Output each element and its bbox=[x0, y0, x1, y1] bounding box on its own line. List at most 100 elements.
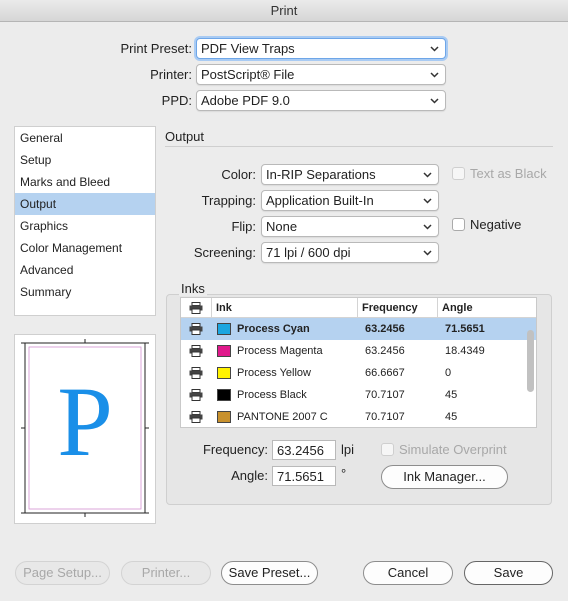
page-preview-graphic: P bbox=[21, 339, 149, 517]
flip-value: None bbox=[266, 219, 298, 234]
sidebar-item-label: Setup bbox=[20, 153, 52, 167]
print-column-header bbox=[189, 302, 203, 314]
angle-field[interactable] bbox=[272, 466, 336, 486]
color-value: In-RIP Separations bbox=[266, 167, 376, 182]
flip-popup[interactable]: None bbox=[261, 216, 439, 237]
sidebar-item-color-management[interactable]: Color Management bbox=[15, 237, 155, 259]
sidebar-item-setup[interactable]: Setup bbox=[15, 149, 155, 171]
window-titlebar: Print bbox=[0, 0, 568, 22]
inks-title: Inks bbox=[179, 281, 207, 296]
ink-column-header[interactable]: Ink bbox=[211, 298, 357, 318]
sidebar-item-label: Output bbox=[20, 197, 57, 211]
printer-value: PostScript® File bbox=[201, 67, 295, 82]
trapping-popup[interactable]: Application Built-In bbox=[261, 190, 439, 211]
ink-row[interactable]: Process Black 70.7107 45 bbox=[181, 384, 536, 406]
angle-unit: ° bbox=[341, 466, 347, 481]
category-sidebar: General Setup Marks and Bleed Output Gra… bbox=[14, 126, 156, 316]
sidebar-item-marks-and-bleed[interactable]: Marks and Bleed bbox=[15, 171, 155, 193]
simulate-overprint-checkbox[interactable] bbox=[381, 443, 394, 456]
sidebar-item-advanced[interactable]: Advanced bbox=[15, 259, 155, 281]
frequency-label: Frequency: bbox=[202, 442, 268, 457]
chevron-down-icon bbox=[421, 217, 433, 236]
ink-color-swatch bbox=[217, 411, 231, 423]
inks-table-body: Process Cyan 63.2456 71.5651 Process Magent… bbox=[181, 318, 536, 427]
angle-column-header[interactable]: Angle bbox=[437, 298, 536, 318]
negative-checkbox[interactable] bbox=[452, 218, 465, 231]
ink-row[interactable]: PANTONE 2007 C 70.7107 45 bbox=[181, 406, 536, 427]
page-setup-button[interactable]: Page Setup... bbox=[15, 561, 110, 585]
sidebar-item-output[interactable]: Output bbox=[15, 193, 155, 215]
ppd-label: PPD: bbox=[161, 93, 192, 108]
ink-row[interactable]: Process Magenta 63.2456 18.4349 bbox=[181, 340, 536, 362]
printer-icon[interactable] bbox=[189, 411, 203, 423]
inks-table-header: Ink Frequency Angle bbox=[181, 298, 536, 318]
ink-angle: 71.5651 bbox=[445, 323, 485, 335]
inks-table: Ink Frequency Angle Process Cyan 63.2456 7… bbox=[180, 297, 537, 428]
frequency-unit: lpi bbox=[341, 442, 355, 457]
ink-angle: 0 bbox=[445, 367, 452, 379]
printer-icon[interactable] bbox=[189, 367, 203, 379]
color-label: Color: bbox=[221, 167, 256, 182]
screening-value: 71 lpi / 600 dpi bbox=[266, 245, 351, 260]
ink-name: Process Magenta bbox=[237, 345, 323, 357]
printer-icon[interactable] bbox=[189, 323, 203, 335]
sidebar-item-label: General bbox=[20, 131, 63, 145]
divider bbox=[165, 146, 553, 147]
ink-frequency: 70.7107 bbox=[365, 411, 405, 423]
trapping-label: Trapping: bbox=[201, 193, 256, 208]
ink-angle: 45 bbox=[445, 411, 458, 423]
ink-color-swatch bbox=[217, 323, 231, 335]
print-preset-popup[interactable]: PDF View Traps bbox=[196, 38, 446, 59]
chevron-down-icon bbox=[421, 165, 433, 184]
sidebar-item-graphics[interactable]: Graphics bbox=[15, 215, 155, 237]
print-preset-label: Print Preset: bbox=[120, 41, 192, 56]
ink-name: Process Yellow bbox=[237, 367, 311, 379]
print-preset-value: PDF View Traps bbox=[201, 41, 295, 56]
save-button[interactable]: Save bbox=[464, 561, 553, 585]
inks-scrollbar[interactable] bbox=[525, 320, 535, 426]
printer-button[interactable]: Printer... bbox=[121, 561, 211, 585]
flip-label: Flip: bbox=[231, 219, 256, 234]
print-dialog: Print Preset: PDF View Traps Printer: Po… bbox=[0, 22, 568, 601]
sidebar-item-label: Marks and Bleed bbox=[20, 175, 111, 189]
ink-angle: 18.4349 bbox=[445, 345, 485, 357]
color-popup[interactable]: In-RIP Separations bbox=[261, 164, 439, 185]
scroll-thumb[interactable] bbox=[527, 330, 534, 392]
simulate-overprint-label: Simulate Overprint bbox=[399, 442, 507, 457]
ink-row[interactable]: Process Yellow 66.6667 0 bbox=[181, 362, 536, 384]
sidebar-item-label: Summary bbox=[20, 285, 72, 299]
sidebar-item-label: Advanced bbox=[20, 263, 74, 277]
chevron-down-icon bbox=[428, 91, 440, 110]
sidebar-item-summary[interactable]: Summary bbox=[15, 281, 155, 303]
screening-label: Screening: bbox=[193, 245, 256, 260]
sidebar-item-label: Color Management bbox=[20, 241, 123, 255]
ink-color-swatch bbox=[217, 389, 231, 401]
ppd-value: Adobe PDF 9.0 bbox=[201, 93, 290, 108]
printer-icon[interactable] bbox=[189, 345, 203, 357]
ink-frequency: 63.2456 bbox=[365, 323, 405, 335]
ink-name: Process Cyan bbox=[237, 323, 310, 335]
ppd-popup[interactable]: Adobe PDF 9.0 bbox=[196, 90, 446, 111]
frequency-field[interactable] bbox=[272, 440, 336, 460]
page-preview: P bbox=[14, 334, 156, 524]
cancel-button[interactable]: Cancel bbox=[363, 561, 453, 585]
window-title: Print bbox=[270, 3, 298, 18]
output-section-title: Output bbox=[165, 129, 205, 144]
ink-row[interactable]: Process Cyan 63.2456 71.5651 bbox=[181, 318, 536, 340]
ink-manager-button[interactable]: Ink Manager... bbox=[381, 465, 508, 489]
ink-frequency: 70.7107 bbox=[365, 389, 405, 401]
save-preset-button[interactable]: Save Preset... bbox=[221, 561, 318, 585]
frequency-column-header[interactable]: Frequency bbox=[357, 298, 437, 318]
chevron-down-icon bbox=[428, 65, 440, 84]
ink-name: PANTONE 2007 C bbox=[237, 411, 328, 423]
text-as-black-checkbox[interactable] bbox=[452, 167, 465, 180]
ink-name: Process Black bbox=[237, 389, 307, 401]
printer-popup[interactable]: PostScript® File bbox=[196, 64, 446, 85]
printer-icon[interactable] bbox=[189, 389, 203, 401]
screening-popup[interactable]: 71 lpi / 600 dpi bbox=[261, 242, 439, 263]
sidebar-item-general[interactable]: General bbox=[15, 127, 155, 149]
ink-color-swatch bbox=[217, 367, 231, 379]
ink-angle: 45 bbox=[445, 389, 458, 401]
trapping-value: Application Built-In bbox=[266, 193, 374, 208]
ink-color-swatch bbox=[217, 345, 231, 357]
